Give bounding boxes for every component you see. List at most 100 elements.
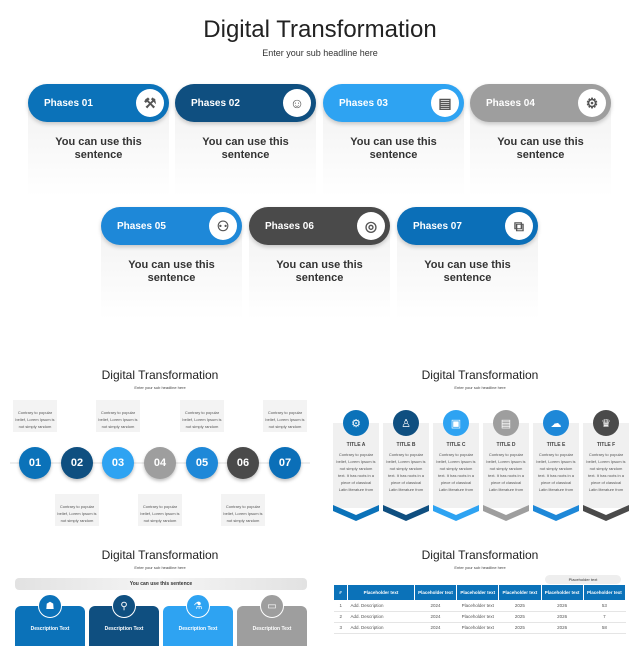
gears-icon: ⚙	[343, 410, 369, 436]
phase-label: Phases 02	[191, 97, 240, 109]
table-header: Placeholder text	[498, 585, 542, 600]
phase-card: Phases 05 ⚇ You can use this sentence	[101, 207, 242, 319]
column-title: TITLE E	[546, 442, 566, 448]
puzzle-icon: ⧉	[505, 212, 533, 240]
step-circle: 02	[61, 447, 93, 479]
thumb4-title: Digital Transformation	[421, 548, 539, 562]
table-cell: 2026	[541, 611, 584, 623]
thumb4-table: # Placeholder text Placeholder text Placeho…	[334, 585, 627, 634]
phase-text: You can use this sentence	[276, 259, 363, 284]
phase-header: Phases 03 ▤	[323, 84, 464, 122]
title-column: ▣ TITLE C Contrary to popular belief, Lo…	[433, 410, 479, 508]
column-title: TITLE B	[396, 442, 416, 448]
phase-header: Phases 06 ◎	[249, 207, 390, 245]
table-cell: Add. Description	[347, 622, 415, 634]
phase-label: Phases 06	[265, 220, 314, 232]
title-column: ♙ TITLE B Contrary to popular belief, Lo…	[383, 410, 429, 508]
phase-card: Phases 01 ⚒ You can use this sentence	[28, 84, 169, 196]
table-header: Placeholder text	[541, 585, 584, 600]
chevron-icon	[333, 505, 379, 521]
phase-card: Phases 03 ▤ You can use this sentence	[323, 84, 464, 196]
team-icon: ☗	[38, 594, 62, 618]
column-text: Contrary to popular belief, Lorem Ipsum …	[486, 452, 526, 492]
table-cell: 2025	[498, 600, 542, 612]
step-note: Contrary to popular belief, Lorem Ipsum …	[138, 494, 182, 526]
column-text: Contrary to popular belief, Lorem Ipsum …	[436, 452, 476, 492]
table-cell: 53	[583, 600, 626, 612]
step-circle: 01	[19, 447, 51, 479]
phase-label: Phases 05	[117, 220, 166, 232]
chevron-icon	[433, 505, 479, 521]
table-cell: Add. Description	[347, 600, 415, 612]
table-header: Placeholder text	[347, 585, 415, 600]
step-note: Contrary to popular belief, Lorem Ipsum …	[263, 400, 307, 432]
step-circle: 05	[186, 447, 218, 479]
table-cell: 2024	[414, 622, 457, 634]
column-text: Contrary to popular belief, Lorem Ipsum …	[386, 452, 426, 492]
title-column: ⚙ TITLE A Contrary to popular belief, Lo…	[333, 410, 379, 508]
engineer-icon: ☺	[283, 89, 311, 117]
phase-header: Phases 01 ⚒	[28, 84, 169, 122]
toolbox-icon: ⚙	[578, 89, 606, 117]
column-title: TITLE C	[446, 442, 466, 448]
page-title: Digital Transformation	[203, 16, 437, 43]
phase-text: You can use this sentence	[497, 136, 584, 161]
table-cell: 58	[583, 622, 626, 634]
thumb3-title: Digital Transformation	[101, 548, 219, 562]
step-note: Contrary to popular belief, Lorem Ipsum …	[180, 400, 224, 432]
table-cell: 2025	[498, 611, 542, 623]
thumb4-subtitle: Enter your sub headline here	[454, 565, 506, 570]
bulb-icon: ♙	[393, 410, 419, 436]
phase-header: Phases 05 ⚇	[101, 207, 242, 245]
column-title: TITLE D	[496, 442, 516, 448]
book-icon: ▤	[431, 89, 459, 117]
title-column: ♛ TITLE F Contrary to popular belief, Lo…	[583, 410, 629, 508]
phase-text: You can use this sentence	[128, 259, 215, 284]
description-text: Description Text	[178, 626, 218, 632]
table-cell: 3	[334, 622, 348, 634]
trophy-icon: ♛	[593, 410, 619, 436]
table-cell: 2	[334, 611, 348, 623]
step-note: Contrary to popular belief, Lorem Ipsum …	[55, 494, 99, 526]
thumb2-title: Digital Transformation	[421, 368, 539, 382]
table-cell: Placeholder text	[456, 600, 499, 612]
table-cell: 2025	[498, 622, 542, 634]
phase-text: You can use this sentence	[350, 136, 437, 161]
column-title: TITLE A	[346, 442, 366, 448]
chevron-icon	[583, 505, 629, 521]
chevron-icon	[533, 505, 579, 521]
table-header: Placeholder text	[414, 585, 458, 600]
table-cell: Placeholder text	[456, 611, 499, 623]
step-note: Contrary to popular belief, Lorem Ipsum …	[96, 400, 140, 432]
column-text: Contrary to popular belief, Lorem Ipsum …	[586, 452, 626, 492]
cloud-icon: ☁	[543, 410, 569, 436]
column-text: Contrary to popular belief, Lorem Ipsum …	[536, 452, 576, 492]
phase-text: You can use this sentence	[424, 259, 511, 284]
description-card: ⚲ Description Text	[89, 594, 159, 646]
phase-label: Phases 01	[44, 97, 93, 109]
phase-label: Phases 04	[486, 97, 535, 109]
thumb2-subtitle: Enter your sub headline here	[454, 385, 506, 390]
table-header: Placeholder text	[456, 585, 500, 600]
fingerprint-icon: ◎	[357, 212, 385, 240]
table-header: #	[334, 585, 348, 600]
table-cell: Add. Description	[347, 611, 415, 623]
page-subtitle: Enter your sub headline here	[262, 48, 378, 58]
step-note: Contrary to popular belief, Lorem Ipsum …	[221, 494, 265, 526]
column-title: TITLE F	[596, 442, 616, 448]
phase-card: Phases 04 ⚙ You can use this sentence	[470, 84, 611, 196]
phase-header: Phases 04 ⚙	[470, 84, 611, 122]
phase-header: Phases 02 ☺	[175, 84, 316, 122]
description-text: Description Text	[252, 626, 292, 632]
thumb3-subtitle: Enter your sub headline here	[134, 565, 186, 570]
robot-icon: ⚇	[209, 212, 237, 240]
step-circle: 06	[227, 447, 259, 479]
table-row: 2 Add. Description 2024 Placeholder text 202…	[334, 611, 626, 623]
table-header: Placeholder text	[583, 585, 627, 600]
column-text: Contrary to popular belief, Lorem Ipsum …	[336, 452, 376, 492]
phase-card: Phases 07 ⧉ You can use this sentence	[397, 207, 538, 319]
thumb3-bar: You can use this sentence	[15, 578, 307, 590]
table-cell: Placeholder text	[456, 622, 499, 634]
step-note: Contrary to popular belief, Lorem Ipsum …	[13, 400, 57, 432]
title-column: ☁ TITLE E Contrary to popular belief, Lo…	[533, 410, 579, 508]
